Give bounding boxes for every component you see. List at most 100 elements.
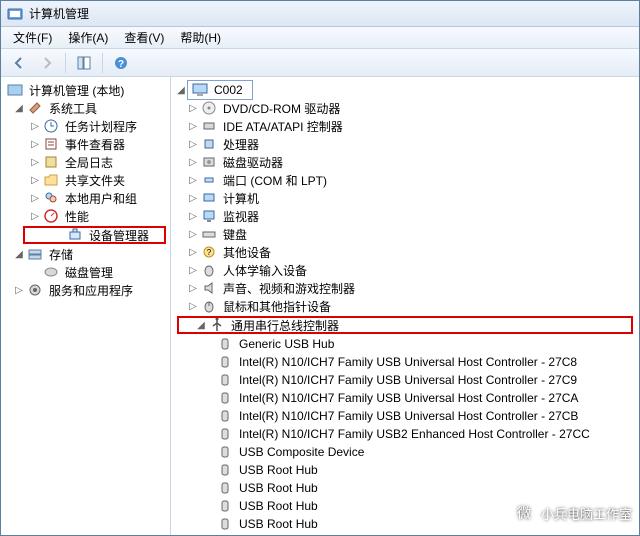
tree-system-tools[interactable]: ◢ 系统工具 (1, 99, 170, 117)
category-ide[interactable]: ▷IDE ATA/ATAPI 控制器 (171, 117, 639, 135)
mouse-icon (201, 298, 217, 314)
storage-icon (27, 246, 43, 262)
expand-icon[interactable]: ▷ (187, 156, 199, 168)
expand-icon[interactable]: ▷ (187, 246, 199, 258)
expand-icon[interactable]: ▷ (187, 192, 199, 204)
category-ports[interactable]: ▷端口 (COM 和 LPT) (171, 171, 639, 189)
tree-label: 系统工具 (46, 99, 100, 118)
content-body: 计算机管理 (本地) ◢ 系统工具 ▷ 任务计划程序 ▷ 事件查看器 ▷ 全局日… (1, 77, 639, 535)
log-icon (43, 154, 59, 170)
category-other[interactable]: ▷?其他设备 (171, 243, 639, 261)
tree-label: Intel(R) N10/ICH7 Family USB Universal H… (236, 408, 581, 424)
tree-security-log[interactable]: ▷ 全局日志 (1, 153, 170, 171)
tree-label: 任务计划程序 (62, 117, 140, 136)
collapse-icon[interactable]: ◢ (13, 102, 25, 114)
category-monitor[interactable]: ▷ 监视器 (171, 207, 639, 225)
tree-label: 本地用户和组 (62, 189, 140, 208)
category-dvd[interactable]: ▷DVD/CD-ROM 驱动器 (171, 99, 639, 117)
expand-icon[interactable]: ▷ (187, 120, 199, 132)
expand-icon[interactable]: ▷ (187, 282, 199, 294)
left-tree-pane: 计算机管理 (本地) ◢ 系统工具 ▷ 任务计划程序 ▷ 事件查看器 ▷ 全局日… (1, 77, 171, 535)
expand-icon[interactable]: ▷ (29, 192, 41, 204)
tree-label: 通用串行总线控制器 (228, 316, 342, 335)
help-button[interactable]: ? (109, 51, 133, 75)
collapse-icon[interactable]: ◢ (195, 319, 207, 331)
menu-help[interactable]: 帮助(H) (172, 27, 229, 48)
expand-icon[interactable]: ▷ (187, 228, 199, 240)
tree-label: 键盘 (220, 225, 250, 244)
tree-label: 事件查看器 (62, 135, 128, 154)
back-button[interactable] (7, 51, 31, 75)
expand-icon[interactable]: ▷ (29, 156, 41, 168)
tree-label: 监视器 (220, 207, 262, 226)
tree-label: 鼠标和其他指针设备 (220, 297, 334, 316)
usb-device-icon (217, 480, 233, 496)
tree-root[interactable]: 计算机管理 (本地) (1, 81, 170, 99)
tree-task-scheduler[interactable]: ▷ 任务计划程序 (1, 117, 170, 135)
expand-icon[interactable]: ▷ (187, 102, 199, 114)
tree-label: USB Root Hub (236, 516, 321, 532)
usb-device-root_hub_2[interactable]: USB Root Hub (171, 479, 639, 497)
category-disk[interactable]: ▷磁盘驱动器 (171, 153, 639, 171)
tree-label: 处理器 (220, 135, 262, 154)
expand-icon[interactable]: ▷ (13, 284, 25, 296)
expand-icon[interactable]: ▷ (187, 264, 199, 276)
folder-icon (43, 172, 59, 188)
tree-label: Intel(R) N10/ICH7 Family USB Universal H… (236, 390, 581, 406)
performance-icon (43, 208, 59, 224)
app-icon (7, 6, 23, 22)
tree-device-manager[interactable]: 设备管理器 (23, 226, 166, 244)
tree-performance[interactable]: ▷ 性能 (1, 207, 170, 225)
menu-file[interactable]: 文件(F) (5, 27, 60, 48)
usb-device-ich7_a[interactable]: Intel(R) N10/ICH7 Family USB Universal H… (171, 353, 639, 371)
show-hide-tree-button[interactable] (72, 51, 96, 75)
expand-icon[interactable]: ▷ (187, 174, 199, 186)
usb-device-icon (217, 462, 233, 478)
usb-device-ich7_d[interactable]: Intel(R) N10/ICH7 Family USB Universal H… (171, 407, 639, 425)
expand-icon[interactable]: ▷ (29, 138, 41, 150)
category-mouse[interactable]: ▷ 鼠标和其他指针设备 (171, 297, 639, 315)
tree-label: 计算机管理 (本地) (26, 81, 127, 100)
category-hid[interactable]: ▷人体学输入设备 (171, 261, 639, 279)
menu-action[interactable]: 操作(A) (60, 27, 116, 48)
tree-label: USB Root Hub (236, 480, 321, 496)
expand-icon[interactable]: ▷ (29, 174, 41, 186)
tree-event-viewer[interactable]: ▷ 事件查看器 (1, 135, 170, 153)
tree-shared-folders[interactable]: ▷ 共享文件夹 (1, 171, 170, 189)
tree-label: USB Composite Device (236, 444, 367, 460)
expand-icon[interactable]: ▷ (187, 300, 199, 312)
usb-device-root_hub_1[interactable]: USB Root Hub (171, 461, 639, 479)
tree-label: Intel(R) N10/ICH7 Family USB2 Enhanced H… (236, 426, 593, 442)
tree-label: USB Root Hub (236, 498, 321, 514)
usb-device-generic_hub[interactable]: Generic USB Hub (171, 335, 639, 353)
tree-services[interactable]: ▷ 服务和应用程序 (1, 281, 170, 299)
collapse-icon[interactable]: ◢ (175, 84, 187, 96)
expand-icon[interactable]: ▷ (187, 138, 199, 150)
tree-label: 全局日志 (62, 153, 116, 172)
monitor-icon (201, 208, 217, 224)
tree-label: Intel(R) N10/ICH7 Family USB Universal H… (236, 354, 580, 370)
usb-device-composite[interactable]: USB Composite Device (171, 443, 639, 461)
category-usb[interactable]: ◢ 通用串行总线控制器 (177, 316, 633, 334)
tree-storage[interactable]: ◢ 存储 (1, 245, 170, 263)
collapse-icon[interactable]: ◢ (13, 248, 25, 260)
category-sound[interactable]: ▷声音、视频和游戏控制器 (171, 279, 639, 297)
expand-icon[interactable]: ▷ (29, 120, 41, 132)
category-keyboard[interactable]: ▷ 键盘 (171, 225, 639, 243)
usb-device-ich7_e[interactable]: Intel(R) N10/ICH7 Family USB2 Enhanced H… (171, 425, 639, 443)
tree-local-users[interactable]: ▷ 本地用户和组 (1, 189, 170, 207)
tree-label: 磁盘管理 (62, 263, 116, 282)
expand-icon[interactable]: ▷ (29, 210, 41, 222)
tree-disk-mgmt[interactable]: 磁盘管理 (1, 263, 170, 281)
ide-icon (201, 118, 217, 134)
ports-icon (201, 172, 217, 188)
category-cpu[interactable]: ▷ 处理器 (171, 135, 639, 153)
usb-device-root_hub_5[interactable]: USB Root Hub (171, 533, 639, 535)
usb-device-ich7_c[interactable]: Intel(R) N10/ICH7 Family USB Universal H… (171, 389, 639, 407)
device-root[interactable]: ◢ C002 (171, 81, 639, 99)
menu-view[interactable]: 查看(V) (116, 27, 172, 48)
category-computer[interactable]: ▷计算机 (171, 189, 639, 207)
forward-button[interactable] (35, 51, 59, 75)
usb-device-ich7_b[interactable]: Intel(R) N10/ICH7 Family USB Universal H… (171, 371, 639, 389)
expand-icon[interactable]: ▷ (187, 210, 199, 222)
